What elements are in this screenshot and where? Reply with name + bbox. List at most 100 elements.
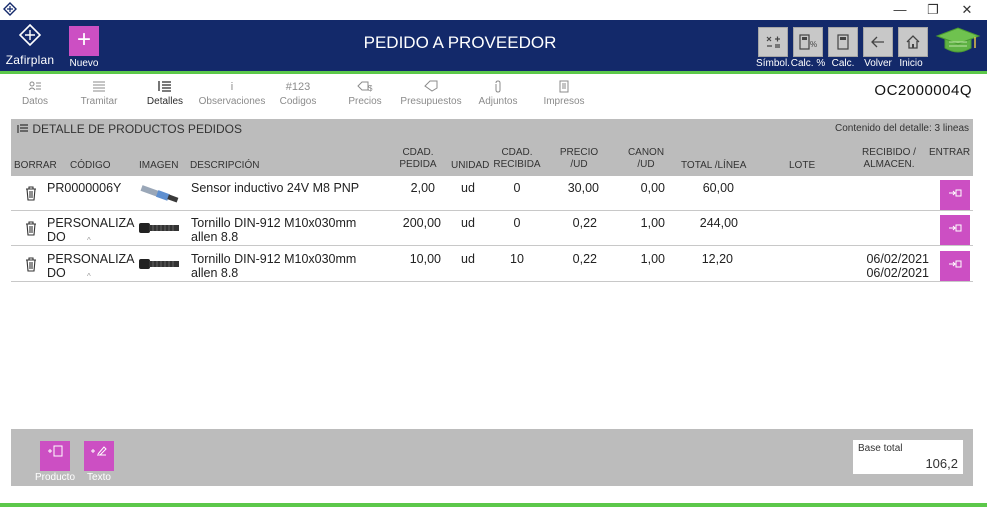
- enter-icon: [949, 224, 962, 232]
- app-logo[interactable]: Zafirplan: [4, 23, 56, 68]
- enter-button[interactable]: [940, 180, 970, 210]
- row-qty-ordered: 200,00: [402, 216, 441, 230]
- tab-codigos-label: Codigos: [279, 96, 317, 107]
- row-received-date: 06/02/2021: [866, 252, 929, 266]
- bottom-accent-line: [0, 503, 987, 507]
- table-row[interactable]: PERSONALIZA DO ^ Tornillo DIN-912 M10x03…: [11, 211, 973, 246]
- tab-adjuntos[interactable]: Adjuntos: [463, 80, 533, 107]
- col-precio: PRECIO /UD: [554, 147, 604, 171]
- svg-text:%: %: [810, 40, 817, 49]
- paperclip-icon: [463, 80, 533, 94]
- row-description-line2: allen 8.8: [191, 266, 239, 280]
- tab-impresos-label: Impresos: [543, 96, 585, 107]
- detail-footer: Producto Texto Base total 106,2: [11, 429, 973, 486]
- tab-codigos[interactable]: #123 Codigos: [263, 80, 333, 107]
- tab-precios-label: Precios: [348, 96, 382, 107]
- row-total: 12,20: [701, 252, 733, 266]
- row-canon: 1,00: [640, 216, 665, 230]
- col-cdad-pedida-line2: PEDIDA: [399, 159, 437, 170]
- row-code-line2: DO: [47, 266, 66, 280]
- screw-image: [139, 223, 179, 233]
- col-cdad-pedida-line1: CDAD.: [402, 147, 434, 158]
- enter-button[interactable]: [940, 251, 970, 281]
- table-row[interactable]: PR0000006Y Sensor inductivo 24V M8 PNP 2…: [11, 176, 973, 211]
- sensor-image: [140, 185, 179, 203]
- tab-presupuestos[interactable]: Presupuestos: [396, 80, 466, 107]
- row-price: 0,22: [572, 216, 597, 230]
- logo-name: Zafirplan: [5, 53, 55, 67]
- col-canon-line1: CANON: [627, 147, 665, 158]
- tab-tramitar[interactable]: Tramitar: [64, 80, 134, 107]
- tab-datos-label: Datos: [21, 96, 49, 107]
- row-code-line1: PERSONALIZA: [47, 252, 135, 266]
- add-text-button[interactable]: [84, 441, 114, 471]
- tab-observaciones[interactable]: i Observaciones: [197, 80, 267, 107]
- row-total: 60,00: [702, 181, 734, 195]
- tab-tramitar-label: Tramitar: [80, 96, 118, 107]
- calc-percent-button[interactable]: %: [793, 27, 823, 57]
- base-total-label: Base total: [858, 443, 903, 454]
- row-description-line1: Tornillo DIN-912 M10x030mm: [191, 252, 357, 266]
- column-headers: BORRAR CÓDIGO IMAGEN DESCRIPCIÓN CDAD. P…: [11, 140, 973, 176]
- trash-icon[interactable]: [25, 186, 37, 201]
- col-cdad-pedida[interactable]: CDAD. PEDIDA: [393, 147, 443, 171]
- graduation-cap-icon[interactable]: [935, 26, 981, 56]
- expand-caret-icon[interactable]: ^: [87, 236, 91, 245]
- tab-impresos[interactable]: Impresos: [529, 80, 599, 107]
- tab-detalles[interactable]: Detalles: [130, 80, 200, 107]
- row-qty-received: 10: [510, 252, 524, 266]
- row-qty-ordered: 10,00: [409, 252, 441, 266]
- enter-icon: [949, 260, 962, 268]
- col-recibido: RECIBIDO / ALMACEN.: [856, 147, 922, 171]
- new-button[interactable]: + Nuevo: [66, 26, 102, 69]
- col-descripcion: DESCRIPCIÓN: [190, 160, 260, 171]
- back-button[interactable]: [863, 27, 893, 57]
- expand-caret-icon[interactable]: ^: [87, 272, 91, 281]
- base-total-box: Base total 106,2: [853, 440, 963, 474]
- document-icon: [529, 80, 599, 94]
- tab-datos[interactable]: Datos: [0, 80, 70, 107]
- row-canon: 1,00: [640, 252, 665, 266]
- tab-precios[interactable]: $ Precios: [330, 80, 400, 107]
- col-recibido-line1: RECIBIDO /: [862, 147, 916, 158]
- row-unit: ud: [461, 181, 475, 195]
- tab-detalles-label: Detalles: [146, 96, 184, 107]
- col-cdad-recibida: CDAD. RECIBIDA: [489, 147, 545, 171]
- detail-title: DETALLE DE PRODUCTOS PEDIDOS: [17, 122, 242, 136]
- home-button[interactable]: [898, 27, 928, 57]
- col-total: TOTAL /LÍNEA: [681, 160, 747, 171]
- order-number: OC2000004Q: [874, 82, 972, 99]
- calculator-button[interactable]: [828, 27, 858, 57]
- row-qty-received: 0: [513, 216, 521, 230]
- row-qty-received: 0: [513, 181, 521, 195]
- details-list-icon: [130, 80, 200, 94]
- app-icon: [3, 2, 17, 16]
- row-price: 30,00: [567, 181, 599, 195]
- col-imagen: IMAGEN: [139, 160, 179, 171]
- calc-percent-icon: %: [799, 34, 817, 50]
- col-entrar: ENTRAR: [929, 147, 971, 158]
- trash-icon[interactable]: [25, 221, 37, 236]
- symbols-button[interactable]: [758, 27, 788, 57]
- row-stored-date: 06/02/2021: [866, 266, 929, 280]
- info-icon: i: [230, 81, 234, 93]
- row-code: PR0000006Y: [47, 181, 122, 195]
- col-recibido-line2: ALMACEN.: [863, 159, 915, 170]
- plus-icon: +: [69, 26, 99, 56]
- close-button[interactable]: ✕: [950, 0, 984, 20]
- svg-text:$: $: [368, 84, 373, 92]
- enter-button[interactable]: [940, 215, 970, 245]
- col-lote: LOTE: [789, 160, 816, 171]
- detail-title-text: DETALLE DE PRODUCTOS PEDIDOS: [32, 122, 242, 136]
- table-row[interactable]: PERSONALIZA DO ^ Tornillo DIN-912 M10x03…: [11, 247, 973, 282]
- minimize-button[interactable]: —: [883, 0, 917, 20]
- row-code-line1: PERSONALIZA: [47, 216, 135, 230]
- restore-button[interactable]: ❐: [916, 0, 950, 20]
- row-unit: ud: [461, 252, 475, 266]
- col-precio-line1: PRECIO: [559, 147, 599, 158]
- detail-count: Contenido del detalle: 3 lineas: [835, 123, 969, 134]
- trash-icon[interactable]: [25, 257, 37, 272]
- add-text-icon: [91, 446, 107, 456]
- add-product-button[interactable]: [40, 441, 70, 471]
- detail-header: DETALLE DE PRODUCTOS PEDIDOS Contenido d…: [11, 119, 973, 140]
